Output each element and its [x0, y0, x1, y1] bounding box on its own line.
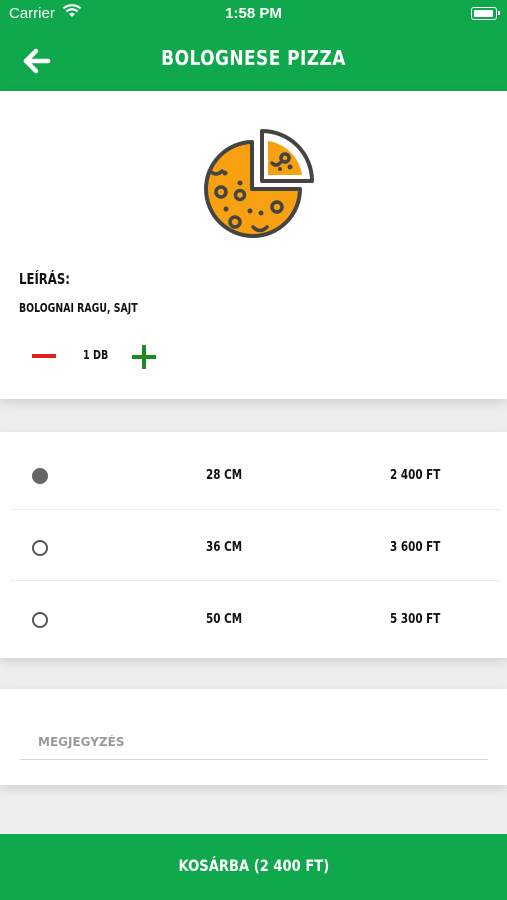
battery-icon [471, 7, 500, 20]
size-price: 2 400 FT [390, 468, 441, 483]
description-label: LEÍRÁS: [19, 270, 70, 288]
top-bar: Carrier 1:58 PM BOLOGNESE PIZZA [0, 0, 507, 91]
size-option-row[interactable]: 36 CM 3 600 FT [0, 508, 507, 580]
pizza-icon [204, 129, 314, 238]
note-input[interactable] [20, 714, 488, 760]
add-to-cart-label: KOSÁRBA (2 400 FT) [178, 856, 329, 875]
add-to-cart-button[interactable]: KOSÁRBA (2 400 FT) [0, 834, 507, 900]
size-label: 36 CM [206, 540, 243, 555]
size-label: 28 CM [206, 468, 243, 483]
increase-quantity-button[interactable] [130, 344, 158, 370]
quantity-value: 1 DB [83, 348, 109, 362]
note-card [0, 689, 507, 785]
size-option-row[interactable]: 50 CM 5 300 FT [0, 580, 507, 652]
size-options-card: 28 CM 2 400 FT 36 CM 3 600 FT 50 CM 5 30… [0, 432, 507, 658]
page-title: BOLOGNESE PIZZA [161, 46, 346, 70]
size-price: 5 300 FT [390, 612, 441, 627]
decrease-quantity-button[interactable] [31, 350, 57, 362]
description-text: BOLOGNAI RAGU, SAJT [19, 301, 138, 315]
size-price: 3 600 FT [390, 540, 441, 555]
status-time: 1:58 PM [225, 5, 282, 22]
radio-selected-icon[interactable] [32, 468, 48, 484]
size-label: 50 CM [206, 612, 243, 627]
status-bar: Carrier 1:58 PM [0, 0, 507, 28]
size-option-row[interactable]: 28 CM 2 400 FT [0, 436, 507, 508]
radio-unselected-icon[interactable] [32, 540, 48, 556]
radio-unselected-icon[interactable] [32, 612, 48, 628]
